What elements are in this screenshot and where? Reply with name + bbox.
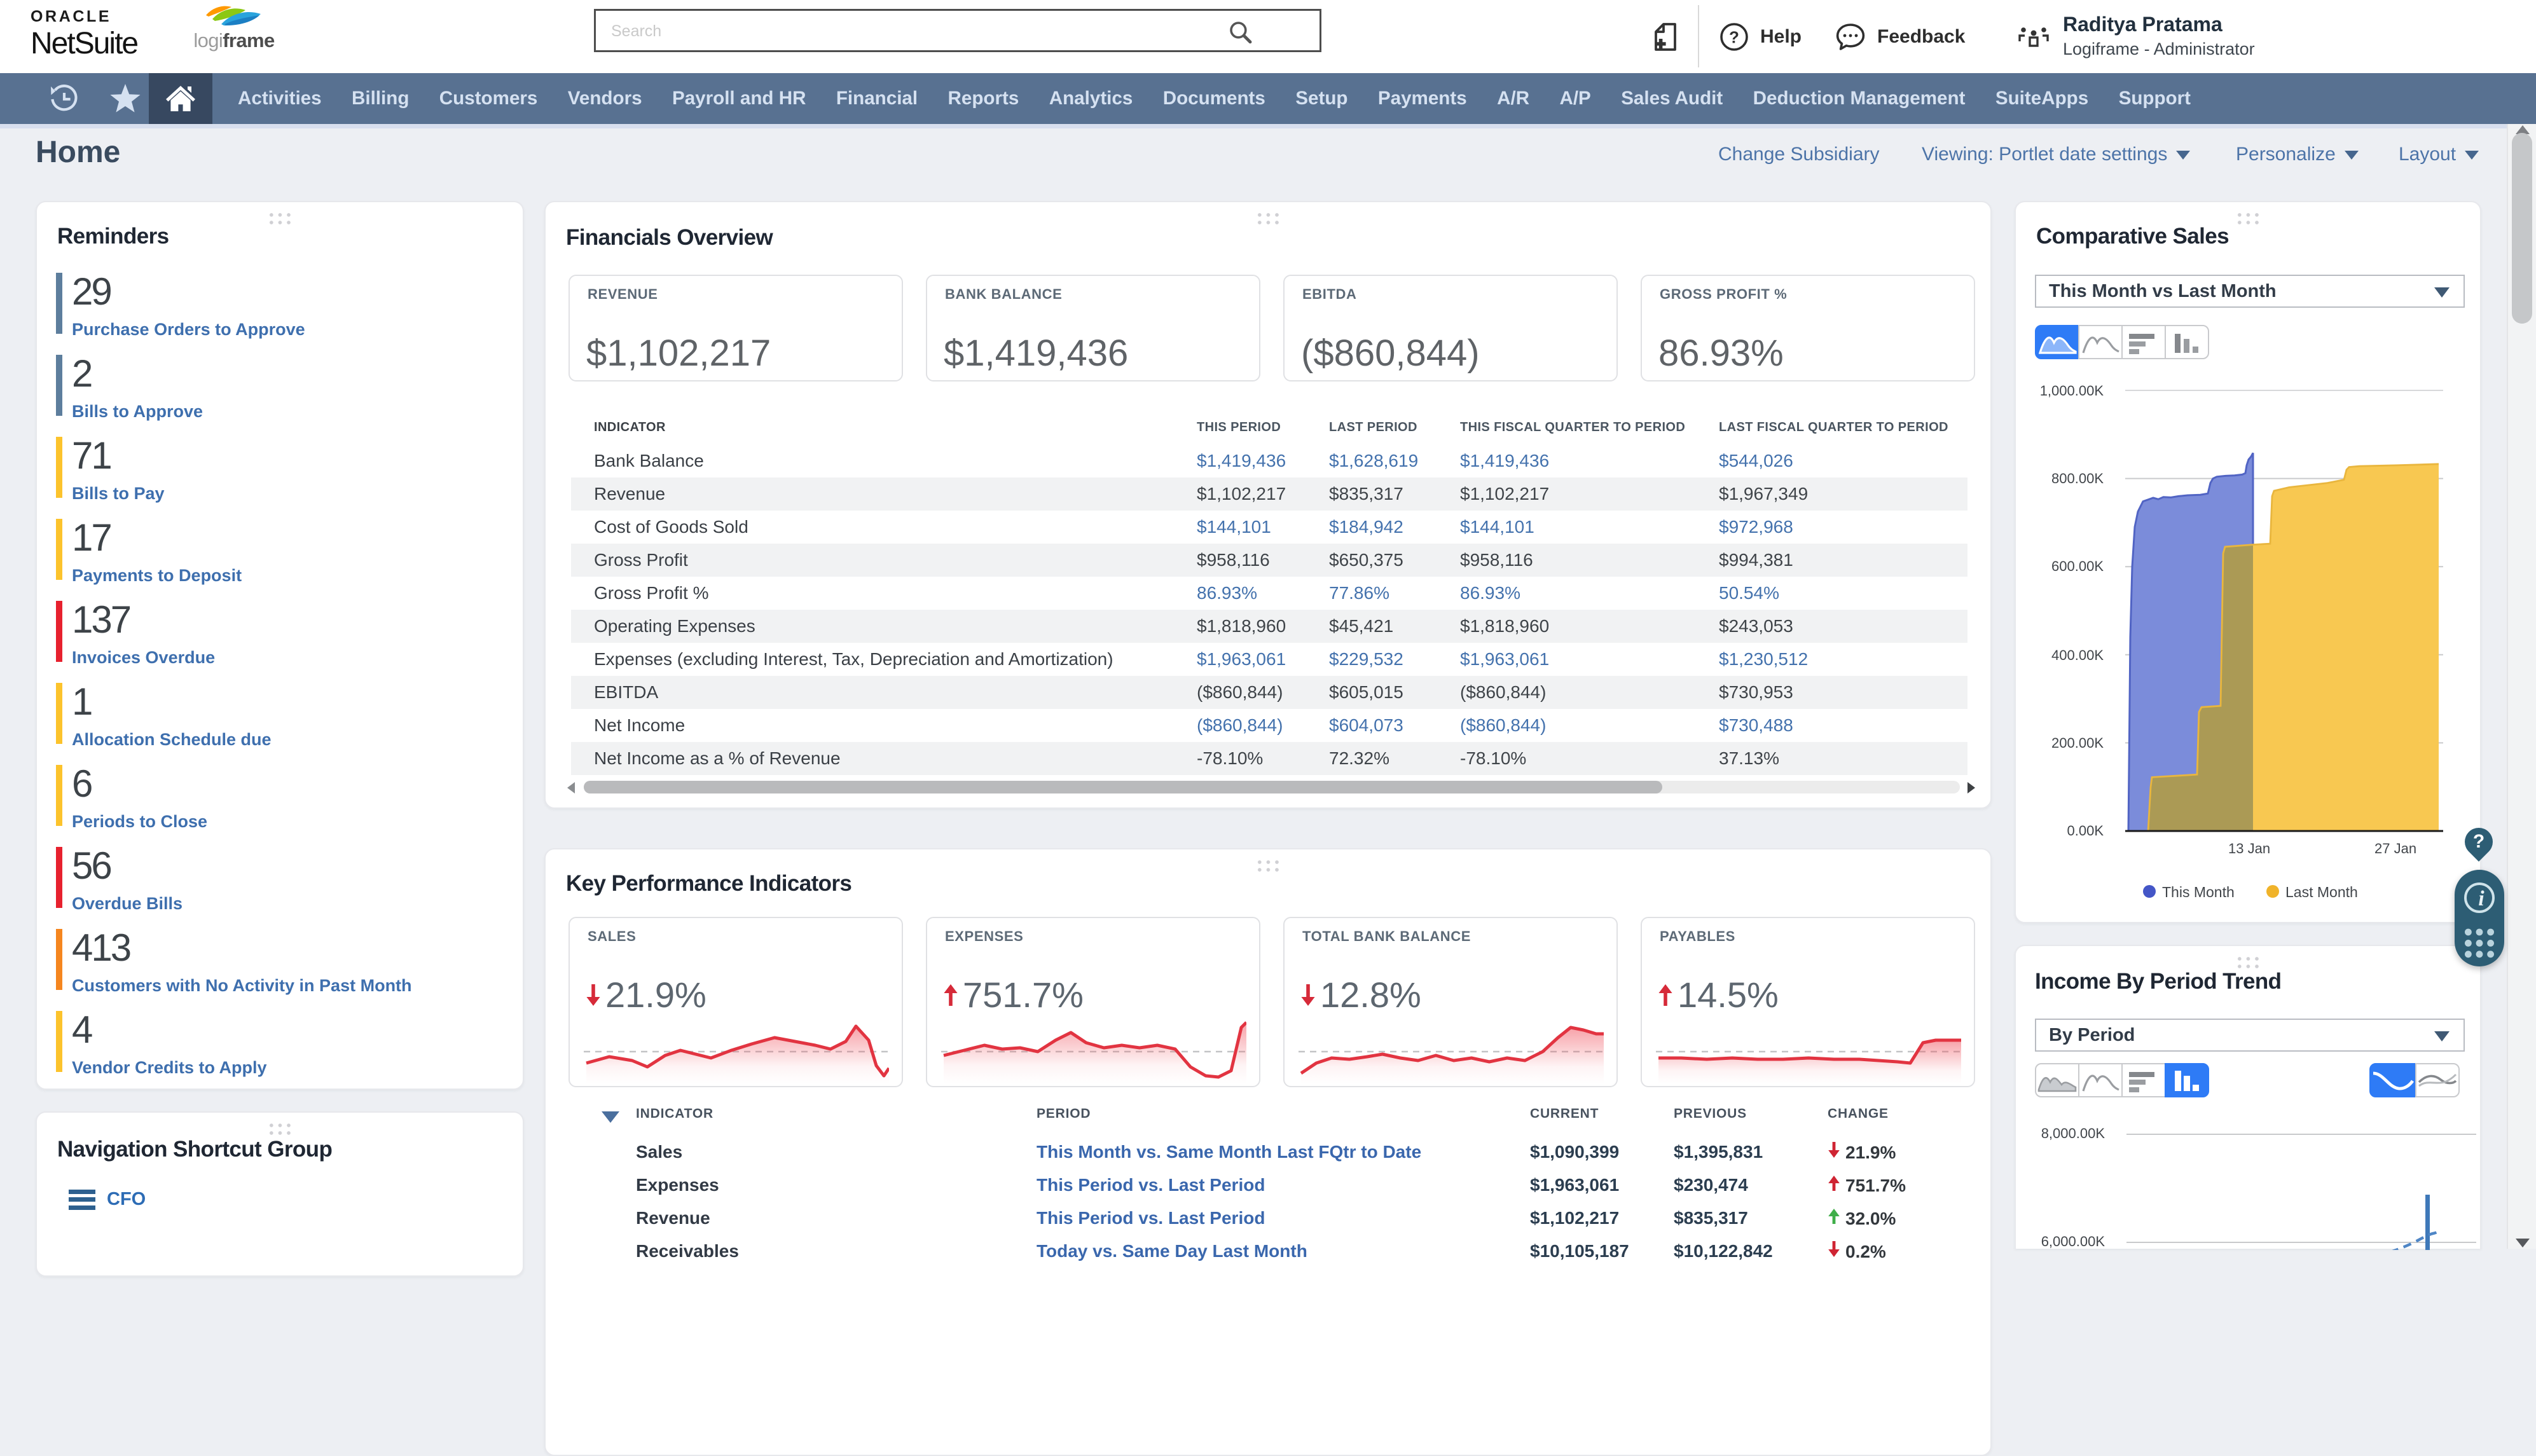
svg-text:?: ? xyxy=(1729,27,1739,46)
svg-text:i: i xyxy=(2478,887,2484,910)
